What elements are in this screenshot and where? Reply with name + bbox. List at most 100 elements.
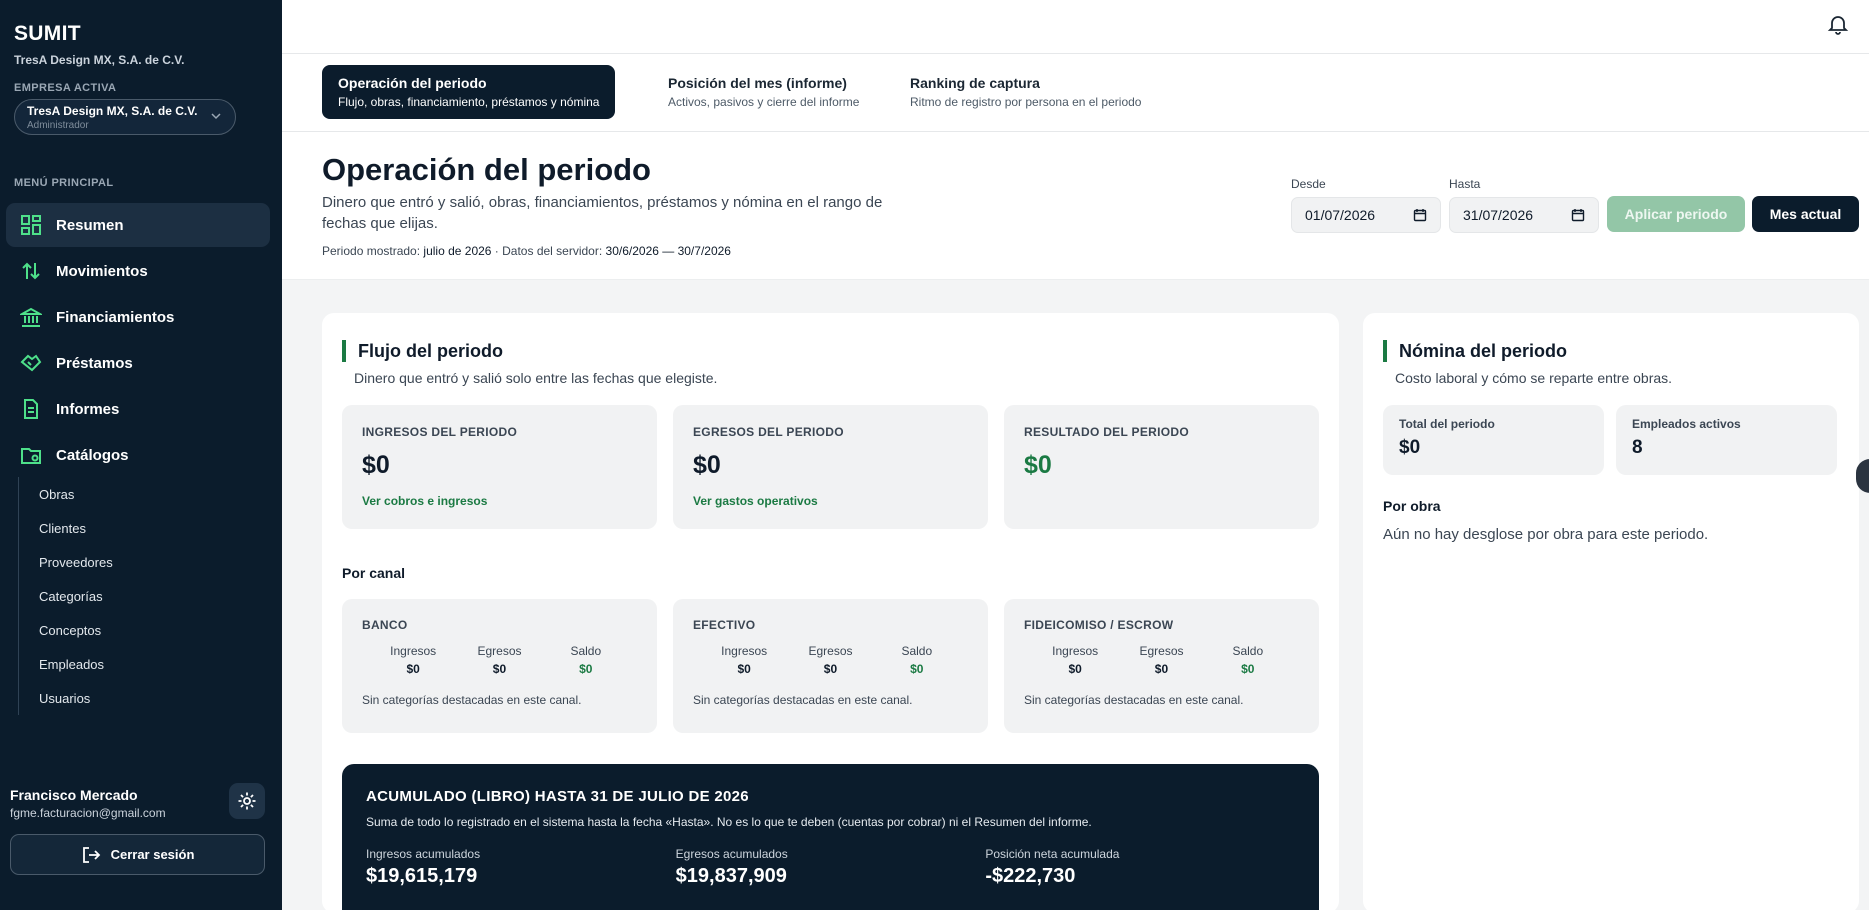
channel-in-header: Ingresos [390, 644, 437, 658]
sidebar-item-label: Financiamientos [56, 308, 175, 326]
channel-in-header: Ingresos [1052, 644, 1099, 658]
tab-subtitle: Ritmo de registro por persona en el peri… [910, 95, 1142, 109]
apply-period-button[interactable]: Aplicar periodo [1607, 196, 1745, 232]
view-income-link[interactable]: Ver cobros e ingresos [362, 494, 637, 508]
channel-in-value: $0 [737, 662, 751, 676]
active-employees-label: Empleados activos [1632, 417, 1741, 431]
from-label: Desde [1291, 177, 1326, 191]
accumulated-label: Ingresos acumulados [366, 847, 481, 861]
tab-title: Operación del periodo [338, 75, 487, 91]
view-expenses-link[interactable]: Ver gastos operativos [693, 494, 968, 508]
bell-icon[interactable] [1827, 13, 1849, 35]
by-work-empty-state: Aún no hay desglose por obra para este p… [1383, 526, 1709, 543]
calendar-icon [1571, 209, 1585, 222]
accumulated-label: Posición neta acumulada [985, 847, 1120, 861]
tab-operacion[interactable]: Operación del periodo Flujo, obras, fina… [322, 65, 616, 119]
page-description: Dinero que entró y salió, obras, financi… [322, 194, 883, 232]
sidebar-item-movimientos[interactable]: Movimientos [6, 249, 270, 293]
stat-label: RESULTADO DEL PERIODO [1024, 425, 1189, 439]
settings-button[interactable] [229, 783, 265, 819]
logout-button[interactable]: Cerrar sesión [10, 834, 265, 875]
sidebar-item-resumen[interactable]: Resumen [6, 203, 270, 247]
accumulated-value: $19,615,179 [366, 865, 478, 887]
channel-balance-header: Saldo [570, 644, 602, 658]
channel-note: Sin categorías destacadas en este canal. [693, 693, 913, 707]
payroll-total-label: Total del periodo [1399, 417, 1495, 431]
from-date-input[interactable]: 01/07/2026 [1291, 197, 1441, 233]
subnav-item-conceptos[interactable]: Conceptos [39, 613, 113, 647]
sidebar-item-label: Resumen [56, 216, 124, 234]
accumulated-card: ACUMULADO (LIBRO) HASTA 31 DE JULIO DE 2… [342, 764, 1319, 910]
sidebar-item-catalogos[interactable]: Catálogos [6, 433, 270, 477]
sidebar-item-prestamos[interactable]: Préstamos [6, 341, 270, 385]
active-company-label: EMPRESA ACTIVA [14, 82, 117, 94]
company-select[interactable]: TresA Design MX, S.A. de C.V. Administra… [14, 99, 236, 135]
folder-settings-icon [20, 444, 42, 466]
tabs-bar: Operación del periodo Flujo, obras, fina… [282, 54, 1869, 132]
logout-label: Cerrar sesión [110, 847, 195, 862]
channel-out-header: Egresos [808, 644, 853, 658]
subnav-item-proveedores[interactable]: Proveedores [39, 545, 113, 579]
to-date-input[interactable]: 31/07/2026 [1449, 197, 1599, 233]
sidebar-item-label: Informes [56, 400, 120, 418]
tab-posicion[interactable]: Posición del mes (informe) Activos, pasi… [652, 65, 875, 119]
channel-out-value: $0 [823, 662, 838, 676]
channel-out-value: $0 [492, 662, 507, 676]
stat-value: $0 [362, 451, 390, 479]
subnav-item-usuarios[interactable]: Usuarios [39, 681, 113, 715]
accumulated-title: ACUMULADO (LIBRO) HASTA 31 DE JULIO DE 2… [366, 788, 749, 805]
channel-balance-header: Saldo [901, 644, 933, 658]
channel-balance-header: Saldo [1232, 644, 1264, 658]
handshake-icon [20, 352, 42, 374]
stat-value: $0 [693, 451, 721, 479]
user-name: Francisco Mercado [10, 787, 138, 803]
tab-title: Ranking de captura [910, 75, 1040, 91]
sidebar-item-label: Catálogos [56, 446, 129, 464]
income-card: INGRESOS DEL PERIODO $0 Ver cobros e ing… [342, 405, 657, 529]
sidebar-item-informes[interactable]: Informes [6, 387, 270, 431]
channel-card-fideicomiso: FIDEICOMISO / ESCROW Ingresos $0 Egresos $… [1004, 599, 1319, 733]
stat-value: $0 [1024, 451, 1052, 479]
channel-out-header: Egresos [477, 644, 522, 658]
channel-note: Sin categorías destacadas en este canal. [1024, 693, 1244, 707]
tab-subtitle: Activos, pasivos y cierre del informe [668, 95, 860, 109]
channel-balance-value: $0 [1241, 662, 1255, 676]
dashboard-icon [20, 214, 42, 236]
calendar-icon [1413, 209, 1427, 222]
period-info: Periodo mostrado: julio de 2026 · Datos … [322, 244, 731, 258]
arrows-updown-icon [20, 260, 42, 282]
page-title: Operación del periodo [322, 152, 651, 187]
flow-title: Flujo del periodo [342, 340, 503, 362]
accumulated-value: $19,837,909 [675, 865, 787, 887]
sidebar-item-financiamientos[interactable]: Financiamientos [6, 295, 270, 339]
current-month-button[interactable]: Mes actual [1752, 196, 1859, 232]
to-date-value: 31/07/2026 [1463, 207, 1534, 223]
tab-ranking[interactable]: Ranking de captura Ritmo de registro por… [894, 65, 1157, 119]
tab-title: Posición del mes (informe) [668, 75, 847, 91]
company-select-name: TresA Design MX, S.A. de C.V. [27, 104, 198, 118]
period-value: julio de 2026 [423, 244, 492, 258]
subnav-item-empleados[interactable]: Empleados [39, 647, 113, 681]
result-card: RESULTADO DEL PERIODO $0 [1004, 405, 1319, 529]
subnav-item-categorias[interactable]: Categorías [39, 579, 113, 613]
brand-logo: SUMIT [14, 22, 81, 45]
tab-subtitle: Flujo, obras, financiamiento, préstamos … [338, 95, 600, 109]
subnav-item-obras[interactable]: Obras [39, 477, 113, 511]
payroll-panel: Nómina del periodo Costo laboral y cómo … [1363, 313, 1859, 910]
channel-in-value: $0 [1068, 662, 1082, 676]
stat-label: EGRESOS DEL PERIODO [693, 425, 844, 439]
sidebar: SUMIT TresA Design MX, S.A. de C.V. EMPR… [0, 0, 282, 910]
channel-label: BANCO [362, 618, 408, 632]
payroll-total-card: Total del periodo $0 [1383, 405, 1604, 475]
stat-label: INGRESOS DEL PERIODO [362, 425, 518, 439]
channel-heading: Por canal [342, 565, 406, 581]
payroll-title: Nómina del periodo [1383, 340, 1567, 362]
expense-card: EGRESOS DEL PERIODO $0 Ver gastos operat… [673, 405, 988, 529]
from-date-value: 01/07/2026 [1305, 207, 1376, 223]
period-prefix: Periodo mostrado: [322, 244, 421, 258]
accumulated-description: Suma de todo lo registrado en el sistema… [366, 815, 1092, 829]
subnav-item-clientes[interactable]: Clientes [39, 511, 113, 545]
sidebar-item-label: Préstamos [56, 354, 133, 372]
channel-out-value: $0 [1154, 662, 1169, 676]
main-nav: Resumen Movimientos Financiamientos Prés… [6, 203, 270, 479]
